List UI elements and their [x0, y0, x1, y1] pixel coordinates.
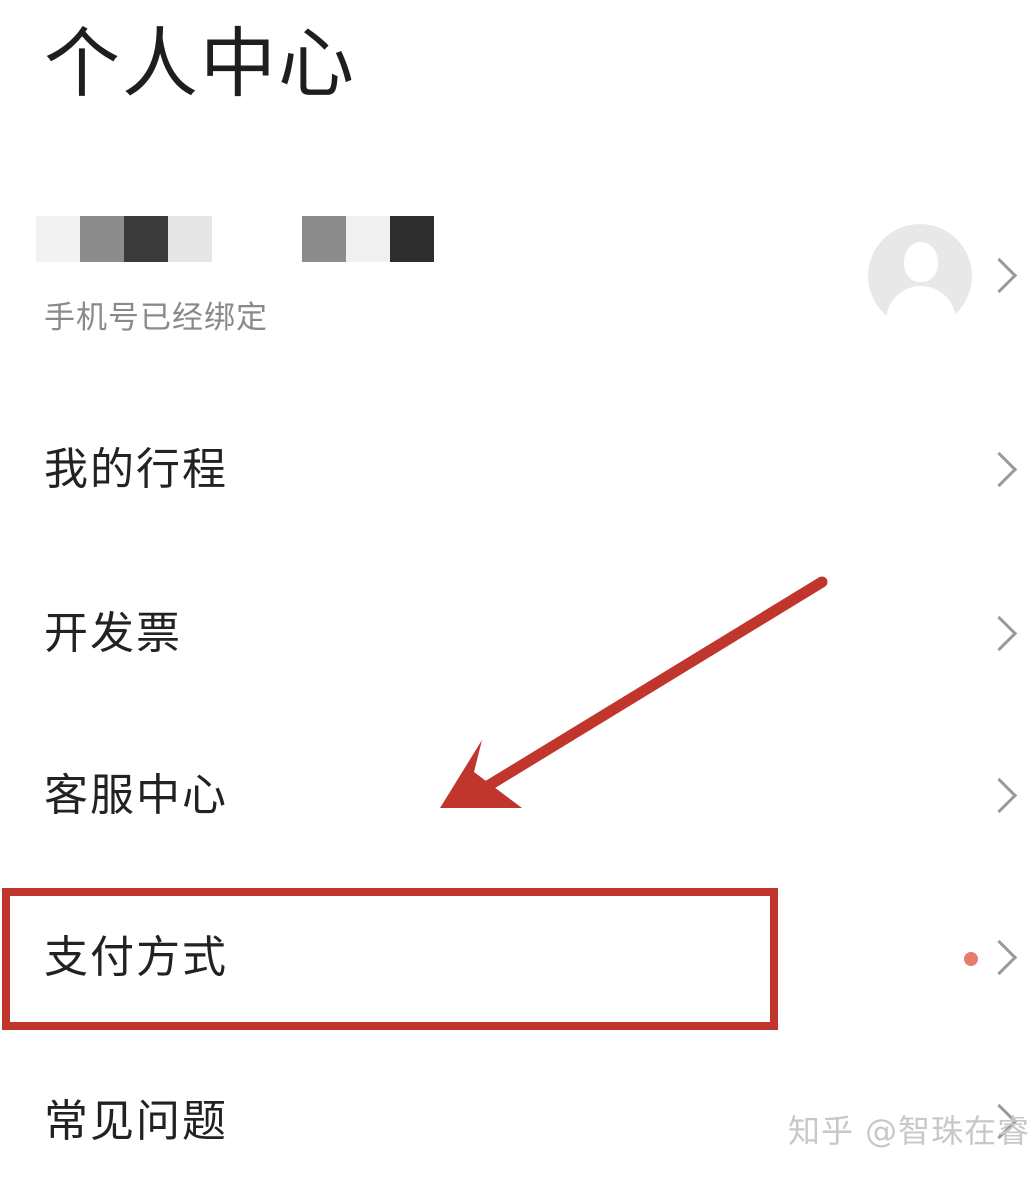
notification-dot	[964, 952, 978, 966]
chevron-right-icon	[981, 257, 1018, 294]
menu-item-label: 常见问题	[44, 1096, 228, 1147]
default-user-avatar-icon[interactable]	[868, 224, 972, 328]
menu-item-label: 我的行程	[44, 444, 228, 495]
chevron-right-icon	[981, 451, 1018, 488]
annotation-highlight-box	[2, 888, 778, 1030]
menu-item-invoice[interactable]: 开发票	[0, 574, 1036, 694]
watermark-text: 知乎 @智珠在睿	[788, 1112, 1031, 1150]
menu-item-my-trips[interactable]: 我的行程	[0, 410, 1036, 530]
page-title: 个人中心	[44, 19, 356, 108]
mask-block	[390, 216, 434, 262]
chevron-right-icon	[981, 939, 1018, 976]
phone-bound-status: 手机号已经绑定	[44, 300, 268, 336]
mask-block	[80, 216, 124, 262]
chevron-right-icon	[981, 777, 1018, 814]
menu-item-customer-service[interactable]: 客服中心	[0, 736, 1036, 856]
masked-username	[36, 216, 436, 262]
chevron-right-icon	[981, 615, 1018, 652]
profile-row[interactable]: 手机号已经绑定	[0, 200, 1036, 350]
menu-item-label: 开发票	[44, 608, 182, 659]
avatar-head-shape	[904, 242, 938, 282]
mask-block	[36, 216, 80, 262]
mask-block	[302, 216, 346, 262]
menu-item-label: 客服中心	[44, 770, 228, 821]
avatar-shoulders-shape	[886, 286, 956, 328]
mask-block	[124, 216, 168, 262]
mask-block	[346, 216, 390, 262]
mask-block	[168, 216, 212, 262]
